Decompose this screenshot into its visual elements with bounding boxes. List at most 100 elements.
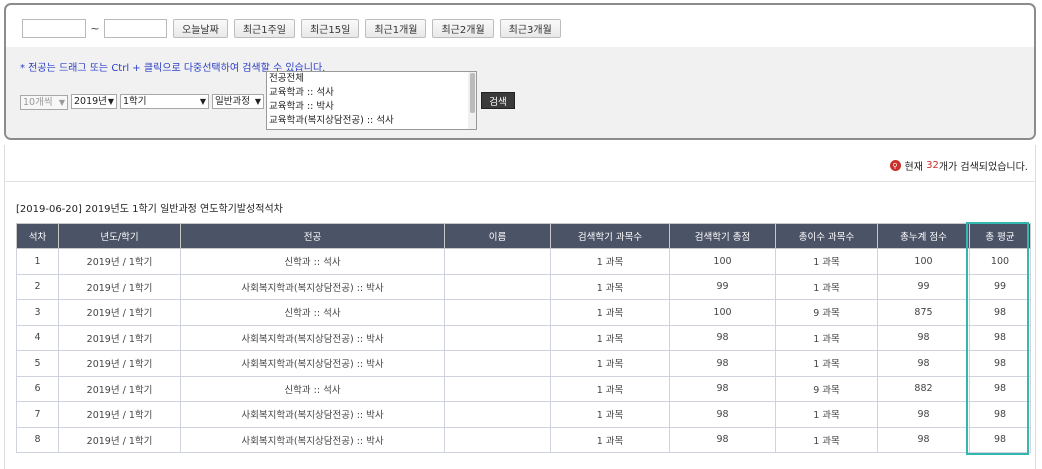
cumulative-score-cell: 98: [877, 350, 970, 377]
chevron-down-icon: ▼: [58, 98, 65, 107]
major-list-scrollbar[interactable]: [468, 72, 476, 129]
result-count-suffix: 개가 검색되었습니다.: [938, 162, 1028, 173]
name-cell: [444, 248, 551, 275]
major-cell: 신학과 :: 석사: [180, 248, 445, 275]
term-total-cell: 98: [669, 324, 776, 351]
average-cell: 100: [969, 248, 1031, 275]
search-panel: ~ 오늘날짜 최근1주일 최근15일 최근1개월 최근2개월 최근3개월 * 전…: [4, 3, 1036, 140]
year-semester-cell: 2019년 / 1학기: [58, 324, 181, 351]
year-select[interactable]: 2019년 ▼: [71, 94, 117, 109]
average-cell: 98: [969, 324, 1031, 351]
column-header-name: 이름: [444, 223, 551, 249]
total-subjects-cell: 1 과목: [775, 273, 878, 300]
last-2-months-button[interactable]: 최근2개월: [432, 18, 494, 38]
term-subjects-cell: 1 과목: [550, 375, 670, 402]
cumulative-score-cell: 99: [877, 273, 970, 300]
rank-cell: 6: [16, 375, 59, 402]
report-title: [2019-06-20] 2019년도 1학기 일반과정 연도학기발성적석차: [16, 204, 283, 215]
cumulative-score-cell: 875: [877, 299, 970, 326]
result-count-number: 32: [926, 160, 939, 171]
result-section: ⚲ 현재 32 개가 검색되었습니다. [2019-06-20] 2019년도 1…: [4, 145, 1036, 469]
column-header-term-total: 검색학기 총점: [669, 223, 776, 249]
page-size-value: 10개씩: [23, 97, 53, 108]
major-cell: 신학과 :: 석사: [180, 375, 445, 402]
average-cell: 98: [969, 299, 1031, 326]
name-cell: [444, 324, 551, 351]
major-option[interactable]: 교육학과 :: 석사: [267, 86, 476, 100]
today-button[interactable]: 오늘날짜: [173, 18, 228, 38]
average-cell: 98: [969, 426, 1031, 453]
search-button[interactable]: 검색: [481, 92, 515, 109]
start-date-input[interactable]: [22, 18, 86, 38]
term-subjects-cell: 1 과목: [550, 248, 670, 275]
major-option[interactable]: 교육학과(복지상담전공) :: 석사: [267, 114, 476, 128]
cumulative-score-cell: 98: [877, 401, 970, 428]
name-cell: [444, 273, 551, 300]
term-total-cell: 99: [669, 273, 776, 300]
column-header-term-subjects: 검색학기 과목수: [550, 223, 670, 249]
date-range-row: ~ 오늘날짜 최근1주일 최근15일 최근1개월 최근2개월 최근3개월: [22, 16, 567, 40]
page-size-select[interactable]: 10개씩 ▼: [20, 95, 68, 110]
year-semester-cell: 2019년 / 1학기: [58, 248, 181, 275]
rank-cell: 4: [16, 324, 59, 351]
column-header-average: 총 평균: [969, 223, 1031, 249]
name-cell: [444, 299, 551, 326]
ranking-table: 석차 년도/학기 전공 이름 검색학기 과목수 검색학기 총점 총이수 과목수 …: [16, 223, 1031, 453]
year-semester-cell: 2019년 / 1학기: [58, 299, 181, 326]
year-semester-cell: 2019년 / 1학기: [58, 375, 181, 402]
year-semester-cell: 2019년 / 1학기: [58, 350, 181, 377]
magnifier-icon: ⚲: [889, 160, 901, 171]
last-15-days-button[interactable]: 최근15일: [300, 18, 360, 38]
total-subjects-cell: 1 과목: [775, 248, 878, 275]
term-total-cell: 98: [669, 401, 776, 428]
last-1-week-button[interactable]: 최근1주일: [233, 18, 295, 38]
major-option[interactable]: 교육학과 :: 박사: [267, 100, 476, 114]
name-cell: [444, 426, 551, 453]
average-cell: 98: [969, 401, 1031, 428]
total-subjects-cell: 1 과목: [775, 401, 878, 428]
term-subjects-cell: 1 과목: [550, 401, 670, 428]
term-subjects-cell: 1 과목: [550, 350, 670, 377]
column-header-cumulative-score: 총누계 점수: [877, 223, 970, 249]
term-total-cell: 100: [669, 299, 776, 326]
cumulative-score-cell: 882: [877, 375, 970, 402]
major-multi-select[interactable]: 전공전체 교육학과 :: 석사 교육학과 :: 박사 교육학과(복지상담전공) …: [266, 71, 477, 130]
term-subjects-cell: 1 과목: [550, 273, 670, 300]
chevron-down-icon: ▼: [199, 97, 206, 106]
cumulative-score-cell: 100: [877, 248, 970, 275]
end-date-input[interactable]: [104, 18, 167, 38]
term-total-cell: 98: [669, 426, 776, 453]
major-cell: 사회복지학과(복지상담전공) :: 박사: [180, 273, 445, 300]
average-cell: 98: [969, 375, 1031, 402]
major-cell: 사회복지학과(복지상담전공) :: 박사: [180, 324, 445, 351]
column-header-rank: 석차: [16, 223, 59, 249]
rank-cell: 3: [16, 299, 59, 326]
table-row: 1 2019년 / 1학기 신학과 :: 석사 1 과목 100 1 과목 100 100: [16, 248, 1031, 275]
result-count-prefix: 현재: [904, 162, 923, 173]
scrollbar-thumb[interactable]: [470, 73, 475, 113]
major-cell: 사회복지학과(복지상담전공) :: 박사: [180, 401, 445, 428]
chevron-down-icon: ▼: [254, 97, 261, 106]
filter-area: * 전공는 드래그 또는 Ctrl + 클릭으로 다중선택하여 검색할 수 있습…: [6, 47, 1034, 138]
table-row: 2 2019년 / 1학기 사회복지학과(복지상담전공) :: 박사 1 과목 99 1 …: [16, 273, 1031, 300]
rank-cell: 5: [16, 350, 59, 377]
table-row: 5 2019년 / 1학기 사회복지학과(복지상담전공) :: 박사 1 과목 98 1 …: [16, 350, 1031, 377]
course-select[interactable]: 일반과정 ▼: [212, 94, 264, 109]
semester-value: 1학기: [123, 96, 147, 107]
table-row: 8 2019년 / 1학기 사회복지학과(복지상담전공) :: 박사 1 과목 98 1 …: [16, 426, 1031, 453]
total-subjects-cell: 1 과목: [775, 350, 878, 377]
last-3-months-button[interactable]: 최근3개월: [499, 18, 561, 38]
term-total-cell: 100: [669, 248, 776, 275]
table-row: 3 2019년 / 1학기 신학과 :: 석사 1 과목 100 9 과목 875 98: [16, 299, 1031, 326]
course-value: 일반과정: [215, 96, 250, 107]
last-1-month-button[interactable]: 최근1개월: [365, 18, 427, 38]
year-semester-cell: 2019년 / 1학기: [58, 273, 181, 300]
table-row: 7 2019년 / 1학기 사회복지학과(복지상담전공) :: 박사 1 과목 98 1 …: [16, 401, 1031, 428]
chevron-down-icon: ▼: [107, 97, 114, 106]
major-option[interactable]: 전공전체: [267, 72, 476, 86]
major-cell: 사회복지학과(복지상담전공) :: 박사: [180, 350, 445, 377]
semester-select[interactable]: 1학기 ▼: [120, 94, 209, 109]
divider: [5, 181, 1035, 182]
total-subjects-cell: 9 과목: [775, 299, 878, 326]
name-cell: [444, 375, 551, 402]
